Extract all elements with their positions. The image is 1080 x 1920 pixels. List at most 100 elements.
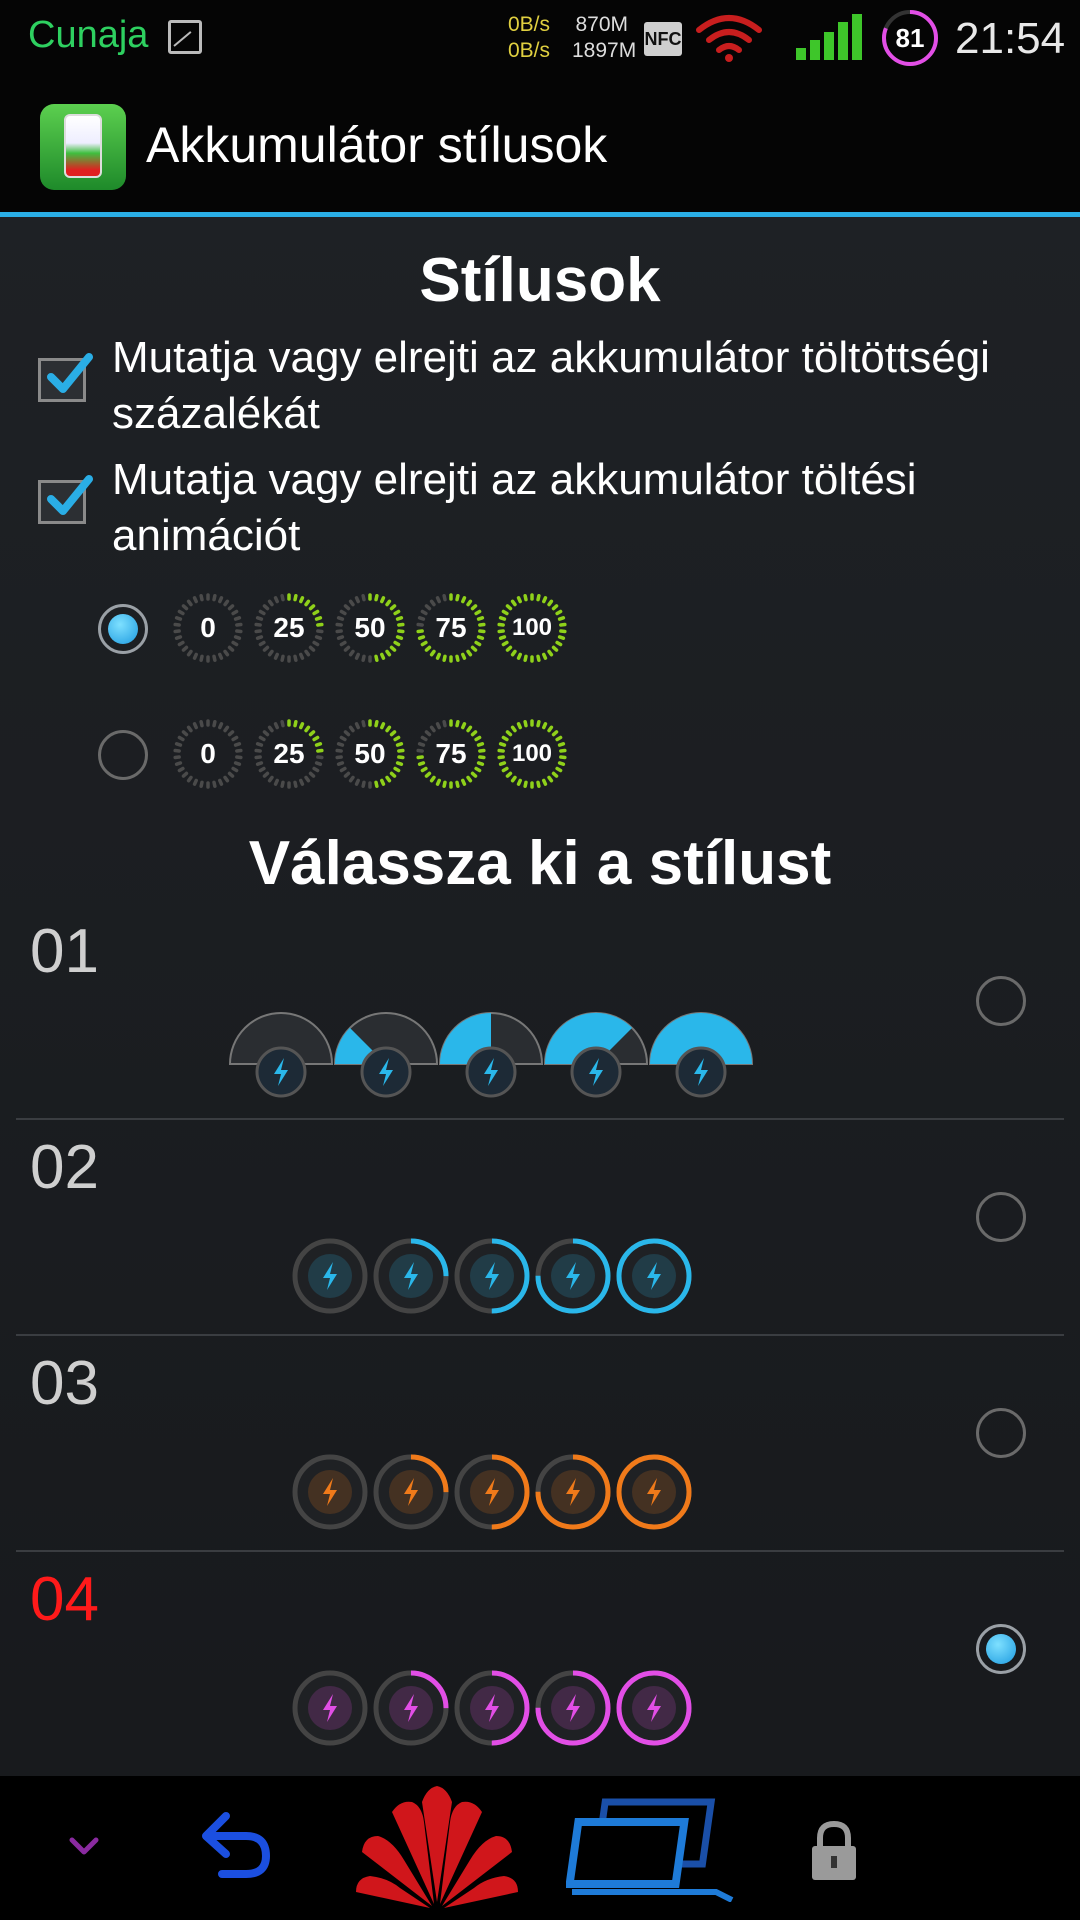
huawei-logo-icon[interactable] — [352, 1782, 522, 1916]
show-animation-label: Mutatja vagy elrejti az akkumulátor tölt… — [112, 455, 917, 560]
ring-battery-icon — [535, 1238, 611, 1314]
clock: 21:54 — [955, 14, 1066, 63]
percent-ring-100: 100 — [494, 716, 570, 792]
percent-ring-0: 0 — [170, 716, 246, 792]
half-dome-battery-icon — [228, 1012, 334, 1098]
app-bar: Akkumulátor stílusok — [0, 78, 1080, 214]
screenshot-notification-icon — [168, 20, 202, 54]
ring-battery-icon — [454, 1454, 530, 1530]
percent-ring-label: 50 — [354, 738, 386, 769]
percent-style-radio-2[interactable] — [98, 730, 148, 780]
half-dome-battery-icon — [333, 1012, 439, 1098]
checkmark-icon — [47, 353, 93, 393]
ring-battery-icon — [535, 1454, 611, 1530]
style-preview-icons — [16, 1236, 1064, 1336]
status-bar: Cunaja 0B/s 0B/s 870M 1897M NFC 81 21:54 — [0, 0, 1080, 78]
percent-ring-label: 0 — [200, 612, 216, 643]
percent-ring-label: 25 — [273, 612, 305, 643]
percent-ring-75: 75 — [413, 716, 489, 792]
style-preview-icons — [16, 1012, 1064, 1120]
chevron-down-icon[interactable] — [66, 1834, 102, 1858]
ring-battery-icon — [616, 1670, 692, 1746]
divider — [16, 1118, 1064, 1120]
percent-ring-label: 50 — [354, 612, 386, 643]
lock-icon[interactable] — [808, 1820, 860, 1882]
percent-style-radio-1[interactable] — [98, 604, 148, 654]
ring-battery-icon — [373, 1454, 449, 1530]
navigation-bar — [0, 1776, 1080, 1920]
screen: Cunaja 0B/s 0B/s 870M 1897M NFC 81 21:54… — [0, 0, 1080, 1920]
show-percentage-option[interactable]: Mutatja vagy elrejti az akkumulátor tölt… — [38, 330, 1048, 442]
divider — [16, 1550, 1064, 1552]
half-dome-battery-icon — [438, 1012, 544, 1098]
back-icon[interactable] — [196, 1808, 276, 1882]
ring-battery-icon — [454, 1238, 530, 1314]
battery-percent: 81 — [895, 23, 925, 53]
style-radio-03[interactable] — [976, 1408, 1026, 1458]
memory-total: 1897M — [572, 39, 637, 62]
percent-ring-100: 100 — [494, 590, 570, 666]
divider — [16, 1334, 1064, 1336]
show-percentage-checkbox[interactable] — [38, 353, 93, 402]
percent-ring-50: 50 — [332, 716, 408, 792]
nfc-icon: NFC — [644, 22, 682, 56]
carrier-name: Cunaja — [28, 14, 149, 56]
ring-battery-icon — [292, 1670, 368, 1746]
style-preview-icons — [16, 1452, 1064, 1552]
checkmark-icon — [47, 475, 93, 515]
style-option-02[interactable]: 02 — [16, 1122, 1064, 1336]
percent-style-preview-2: 0 25 50 75 100 — [170, 716, 590, 802]
style-number: 04 — [30, 1565, 99, 1634]
half-dome-battery-icon — [648, 1012, 754, 1098]
half-dome-battery-icon — [543, 1012, 649, 1098]
ring-battery-icon — [373, 1238, 449, 1314]
percent-ring-label: 100 — [511, 614, 553, 641]
style-number: 02 — [30, 1133, 99, 1202]
style-preview-icons — [16, 1668, 1064, 1768]
ring-battery-icon — [616, 1238, 692, 1314]
signal-strength-icon — [796, 14, 862, 60]
show-animation-option[interactable]: Mutatja vagy elrejti az akkumulátor tölt… — [38, 452, 1048, 564]
net-download-speed: 0B/s — [508, 39, 551, 62]
ring-battery-icon — [454, 1670, 530, 1746]
ring-battery-icon — [535, 1670, 611, 1746]
style-option-03[interactable]: 03 — [16, 1338, 1064, 1552]
percent-ring-50: 50 — [332, 590, 408, 666]
style-number: 03 — [30, 1349, 99, 1418]
style-option-04[interactable]: 04 — [16, 1554, 1064, 1768]
net-upload-speed: 0B/s — [508, 13, 551, 36]
style-radio-02[interactable] — [976, 1192, 1026, 1242]
percent-ring-25: 25 — [251, 716, 327, 792]
percent-ring-label: 75 — [435, 738, 467, 769]
recent-apps-icon[interactable] — [566, 1796, 734, 1902]
percent-ring-0: 0 — [170, 590, 246, 666]
app-bar-divider — [0, 212, 1080, 217]
percent-style-preview-1: 0 25 50 75 100 — [170, 590, 590, 676]
percent-ring-25: 25 — [251, 590, 327, 666]
styles-heading: Stílusok — [419, 246, 661, 315]
show-percentage-label: Mutatja vagy elrejti az akkumulátor tölt… — [112, 333, 990, 438]
battery-cell-icon — [64, 114, 102, 178]
wifi-icon — [696, 15, 762, 62]
style-option-01[interactable]: 01 — [16, 906, 1064, 1120]
percent-ring-75: 75 — [413, 590, 489, 666]
percent-ring-label: 25 — [273, 738, 305, 769]
choose-style-heading: Válassza ki a stílust — [248, 829, 832, 898]
memory-used: 870M — [575, 13, 628, 36]
battery-level-indicator: 81 — [880, 8, 940, 68]
style-radio-04[interactable] — [976, 1624, 1026, 1674]
memory-readout: 870M 1897M — [572, 12, 637, 64]
percent-ring-label: 0 — [200, 738, 216, 769]
ring-battery-icon — [616, 1454, 692, 1530]
percent-ring-label: 100 — [511, 740, 553, 767]
percent-ring-label: 75 — [435, 612, 467, 643]
show-animation-checkbox[interactable] — [38, 475, 93, 524]
ring-battery-icon — [292, 1454, 368, 1530]
style-number: 01 — [30, 917, 99, 986]
ring-battery-icon — [373, 1670, 449, 1746]
battery-app-icon — [40, 104, 126, 190]
ring-battery-icon — [292, 1238, 368, 1314]
network-speed: 0B/s 0B/s — [508, 12, 550, 64]
app-title: Akkumulátor stílusok — [146, 117, 608, 173]
style-radio-01[interactable] — [976, 976, 1026, 1026]
